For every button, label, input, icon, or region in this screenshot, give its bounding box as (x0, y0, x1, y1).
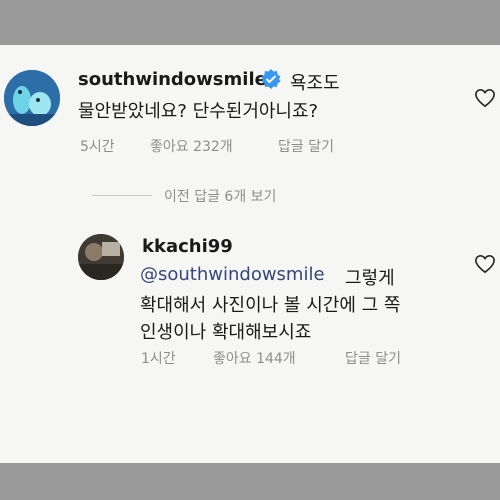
comment-text: 물안받았네요? 단수된거아니죠? (78, 101, 319, 122)
comment-username[interactable]: kkachi99 (142, 236, 233, 257)
comment-text: 그렇게 (345, 268, 395, 289)
view-previous-replies[interactable]: 이전 답글 6개 보기 (164, 186, 276, 206)
comment-time: 1시간 (141, 351, 176, 367)
reply-button[interactable]: 답글 달기 (278, 136, 334, 156)
comment-username[interactable]: southwindowsmile (78, 69, 267, 90)
reply-button[interactable]: 답글 달기 (345, 348, 401, 368)
replies-divider (92, 195, 152, 196)
heart-icon[interactable] (474, 88, 496, 108)
comment-time: 5시간 (80, 139, 115, 155)
heart-icon[interactable] (474, 254, 496, 274)
like-count[interactable]: 좋아요 232개 (150, 136, 233, 156)
comment-text: 확대해서 사진이나 볼 시간에 그 쪽 (140, 295, 401, 316)
verified-badge-icon (261, 69, 281, 89)
avatar[interactable] (78, 234, 124, 280)
mention-link[interactable]: @southwindowsmile (140, 264, 325, 285)
avatar[interactable] (4, 70, 60, 126)
comment-text: 욕조도 (290, 73, 340, 94)
like-count[interactable]: 좋아요 144개 (213, 348, 296, 368)
comment-text: 인생이나 확대해보시죠 (140, 322, 312, 343)
avatar-illustration (4, 70, 60, 126)
avatar-photo (78, 234, 124, 280)
